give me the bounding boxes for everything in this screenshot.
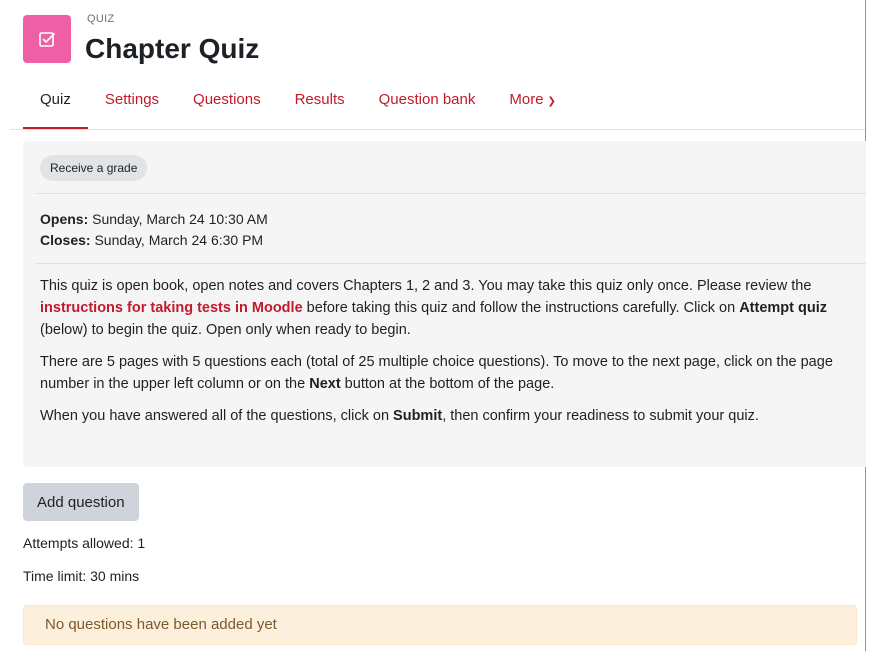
closes-value: Sunday, March 24 6:30 PM [90, 232, 264, 248]
closes-row: Closes: Sunday, March 24 6:30 PM [40, 230, 268, 251]
instructions-link[interactable]: instructions for taking tests in Moodle [40, 300, 303, 316]
module-type-label: QUIZ [87, 13, 115, 25]
tabs-divider [10, 129, 865, 130]
intro-paragraph: This quiz is open book, open notes and c… [40, 275, 850, 341]
intro-text: , then confirm your readiness to submit … [442, 408, 759, 424]
chevron-down-icon: ❯ [547, 96, 556, 107]
intro-text: This quiz is open book, open notes and c… [40, 278, 812, 294]
intro-paragraph: When you have answered all of the questi… [40, 405, 850, 427]
opens-label: Opens: [40, 211, 89, 227]
time-limit: Time limit: 30 mins [23, 568, 140, 584]
divider [35, 193, 866, 194]
quiz-intro: This quiz is open book, open notes and c… [40, 275, 850, 437]
intro-text: before taking this quiz and follow the i… [302, 300, 740, 316]
tab-question-bank-label: Question bank [378, 91, 476, 108]
page-title: Chapter Quiz [85, 33, 260, 64]
activity-dates: Opens: Sunday, March 24 10:30 AM Closes:… [40, 209, 268, 251]
completion-badge: Receive a grade [40, 155, 148, 181]
tab-quiz-label: Quiz [40, 91, 71, 108]
attempts-allowed: Attempts allowed: 1 [23, 535, 146, 551]
intro-bold: Submit [393, 408, 443, 424]
add-question-button[interactable]: Add question [23, 483, 139, 521]
tab-quiz[interactable]: Quiz [23, 90, 88, 130]
opens-value: Sunday, March 24 10:30 AM [88, 211, 268, 227]
tab-questions[interactable]: Questions [176, 90, 278, 130]
tab-more[interactable]: More ❯ [492, 90, 573, 130]
tab-results-label: Results [294, 91, 345, 108]
intro-bold: Next [309, 376, 341, 392]
quiz-icon [23, 15, 71, 63]
intro-text: button at the bottom of the page. [340, 376, 555, 392]
no-questions-notice: No questions have been added yet [23, 605, 857, 645]
intro-paragraph: There are 5 pages with 5 questions each … [40, 351, 850, 395]
opens-row: Opens: Sunday, March 24 10:30 AM [40, 209, 268, 230]
checkbox-icon [39, 32, 55, 47]
tab-settings[interactable]: Settings [88, 90, 176, 130]
divider [35, 263, 866, 264]
closes-label: Closes: [40, 232, 91, 248]
secondary-navigation: Quiz Settings Questions Results Question… [23, 90, 865, 130]
intro-text: (below) to begin the quiz. Open only whe… [40, 322, 411, 338]
tab-questions-label: Questions [193, 91, 261, 108]
tab-results[interactable]: Results [278, 90, 362, 130]
tab-question-bank[interactable]: Question bank [362, 90, 493, 130]
intro-bold: Attempt quiz [739, 300, 827, 316]
intro-text: When you have answered all of the questi… [40, 408, 394, 424]
page-frame: QUIZ Chapter Quiz Quiz Settings Question… [0, 0, 866, 651]
activity-information: Receive a grade Opens: Sunday, March 24 … [23, 141, 866, 467]
tab-more-label: More [509, 91, 544, 108]
tab-settings-label: Settings [104, 91, 160, 108]
